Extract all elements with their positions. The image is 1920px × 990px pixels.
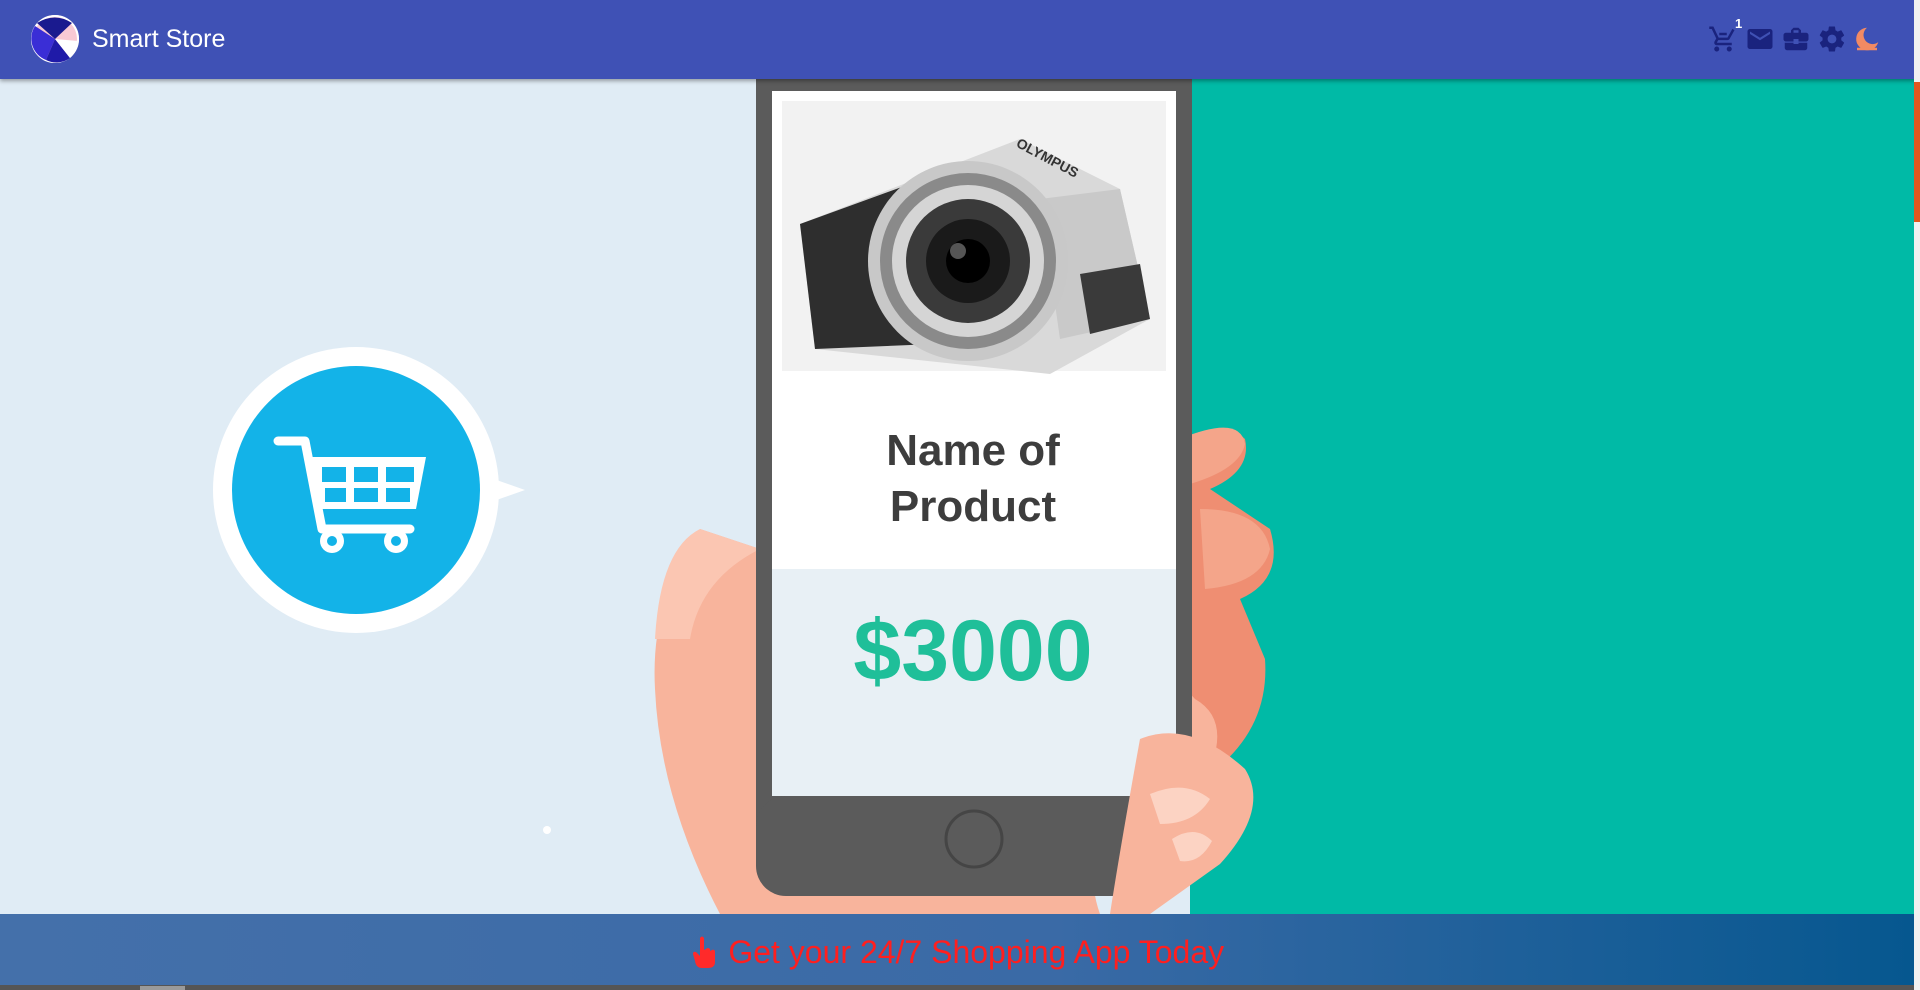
product-name: Name of Product <box>886 426 1060 531</box>
get-app-link[interactable]: Get your 24/7 Shopping App Today <box>690 932 1224 972</box>
product-price: $3000 <box>853 603 1093 699</box>
page-scrollbar-thumb[interactable] <box>1914 82 1920 222</box>
app-root: Smart Store 1 OLYMPUS Name of Product $3… <box>0 0 1920 990</box>
hero-banner: OLYMPUS Name of Product $3000 <box>0 79 1920 914</box>
moon-icon[interactable] <box>1852 24 1882 54</box>
mail-icon[interactable] <box>1745 24 1775 54</box>
gear-icon[interactable] <box>1817 24 1847 54</box>
top-app-bar: Smart Store 1 <box>0 0 1920 79</box>
app-promo-text: Get your 24/7 Shopping App Today <box>728 934 1225 970</box>
cart-icon[interactable] <box>1708 24 1738 54</box>
tap-hand-icon <box>692 936 715 968</box>
cart-count-badge: 1 <box>1735 16 1743 31</box>
bottom-divider <box>0 985 1914 990</box>
briefcase-icon[interactable] <box>1781 24 1811 54</box>
store-logo[interactable] <box>30 14 80 64</box>
app-promo-banner: Get your 24/7 Shopping App Today <box>0 914 1914 990</box>
bottom-divider-mark <box>140 986 185 990</box>
app-title[interactable]: Smart Store <box>92 24 225 54</box>
